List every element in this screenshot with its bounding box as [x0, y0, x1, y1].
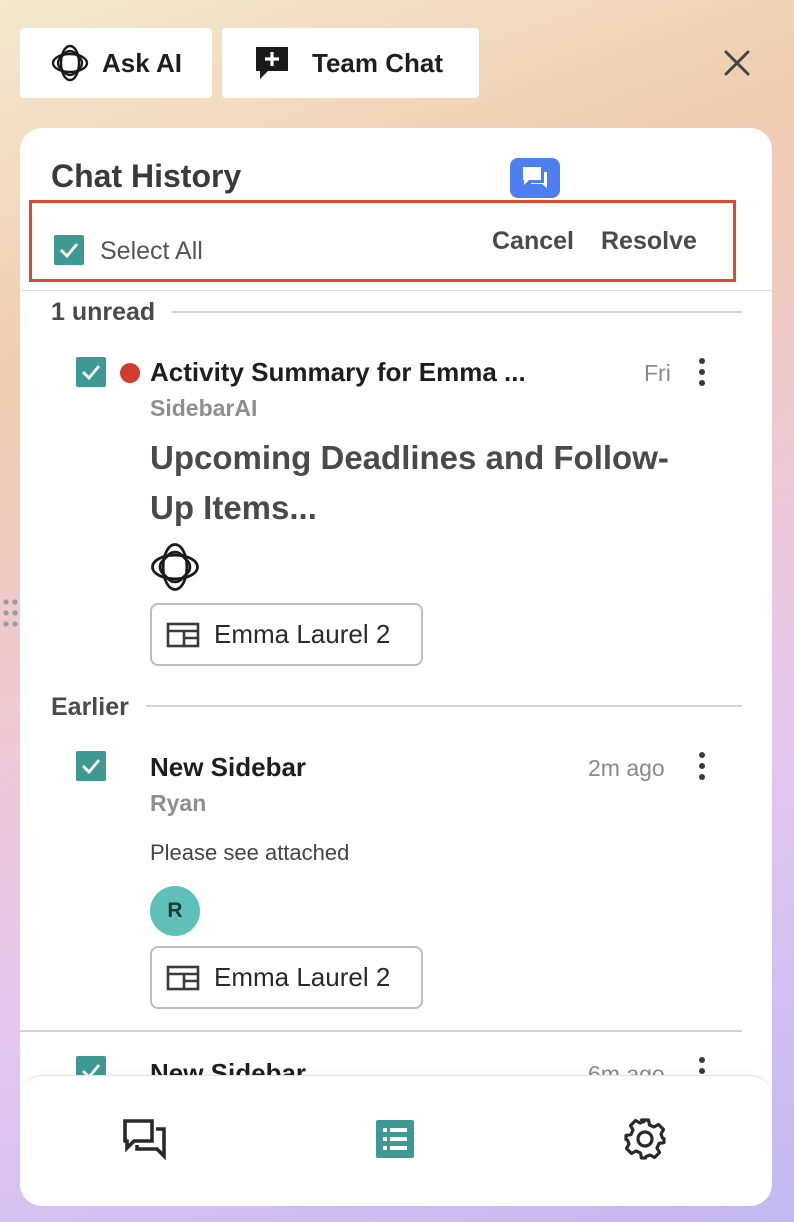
team-chat-label: Team Chat [312, 47, 443, 78]
sidebar-layout-icon [166, 965, 200, 990]
bottom-nav [20, 1075, 772, 1206]
drag-handle-icon[interactable] [2, 598, 20, 628]
checkmark-icon [60, 243, 79, 259]
more-vertical-icon[interactable] [692, 357, 712, 387]
item-heading[interactable]: Upcoming Deadlines and Follow-Up Items..… [150, 433, 710, 533]
resolve-button[interactable]: Resolve [601, 227, 697, 256]
select-all-checkbox[interactable] [54, 235, 84, 265]
ai-orbit-icon [51, 44, 89, 82]
more-vertical-icon[interactable] [692, 751, 712, 781]
selection-toolbar: Select All Cancel Resolve [29, 200, 736, 282]
chat-bubbles-icon[interactable] [510, 158, 560, 198]
section-divider [172, 311, 742, 313]
avatar: R [150, 886, 200, 936]
record-chip[interactable]: Emma Laurel 2 [150, 946, 423, 1009]
ask-ai-button[interactable]: Ask AI [20, 28, 212, 98]
item-divider [20, 1030, 742, 1032]
select-all-label: Select All [100, 237, 203, 265]
panel-title: Chat History [51, 158, 242, 194]
ai-orbit-icon [151, 543, 199, 591]
item-checkbox[interactable] [76, 357, 106, 387]
close-icon[interactable] [718, 44, 756, 82]
item-sender: SidebarAI [150, 395, 258, 421]
list-icon [376, 1120, 414, 1158]
item-time: 2m ago [588, 755, 665, 781]
header-divider [20, 290, 772, 291]
item-checkbox[interactable] [76, 751, 106, 781]
section-label-unread: 1 unread [51, 298, 156, 326]
add-chat-icon [256, 47, 288, 79]
chip-label: Emma Laurel 2 [214, 619, 391, 649]
ask-ai-label: Ask AI [102, 47, 182, 78]
chip-label: Emma Laurel 2 [214, 962, 391, 992]
section-divider [146, 705, 742, 707]
gear-icon [624, 1118, 666, 1160]
nav-list-button[interactable] [370, 1114, 420, 1164]
item-title[interactable]: Activity Summary for Emma ... [150, 357, 526, 388]
nav-settings-button[interactable] [620, 1114, 670, 1164]
team-chat-button[interactable]: Team Chat [222, 28, 479, 98]
chat-history-panel: Chat History Select All Cancel Resolve 1… [20, 128, 772, 1206]
item-sender: Ryan [150, 790, 207, 816]
section-label-earlier: Earlier [51, 693, 129, 721]
item-time: Fri [644, 360, 671, 386]
checkmark-icon [82, 365, 101, 381]
unread-dot [120, 363, 140, 383]
item-title[interactable]: New Sidebar [150, 752, 306, 783]
item-preview[interactable]: Please see attached [150, 840, 349, 866]
checkmark-icon [82, 759, 101, 775]
chats-icon [123, 1119, 166, 1160]
nav-chats-button[interactable] [120, 1114, 170, 1164]
sidebar-layout-icon [166, 622, 200, 647]
record-chip[interactable]: Emma Laurel 2 [150, 603, 423, 666]
cancel-button[interactable]: Cancel [492, 227, 574, 256]
